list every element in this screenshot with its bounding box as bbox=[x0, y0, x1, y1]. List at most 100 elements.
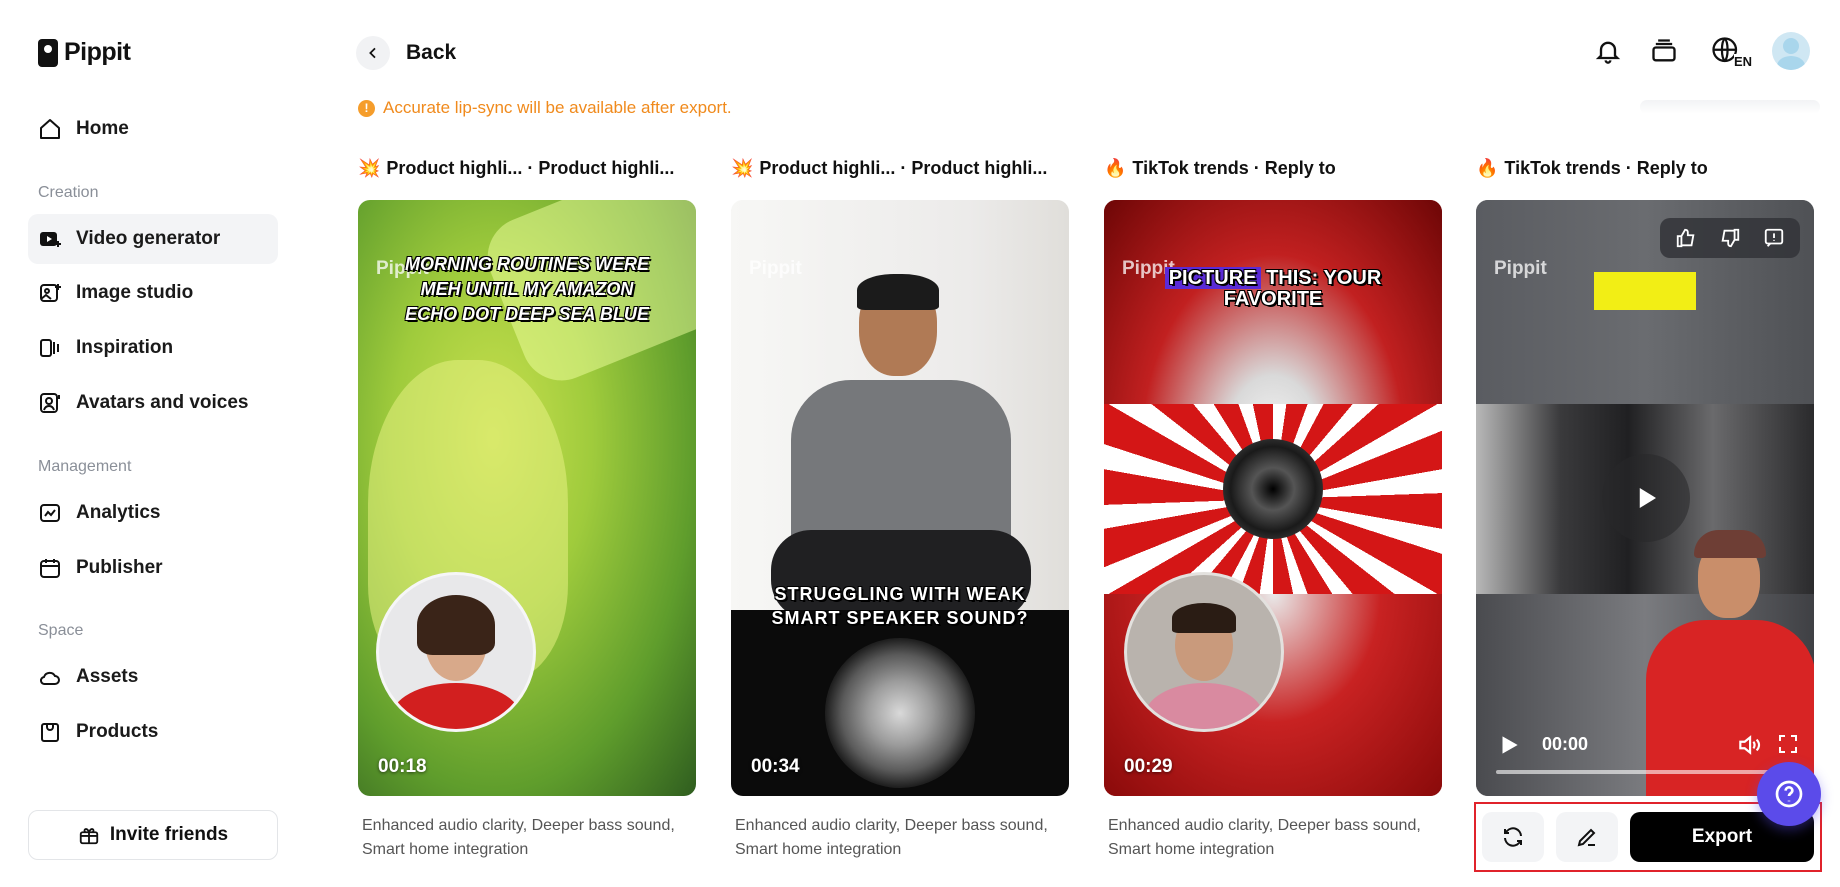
refresh-icon bbox=[1504, 827, 1522, 847]
avatar-body bbox=[1144, 683, 1264, 729]
sidebar-item-inspiration[interactable]: Inspiration bbox=[28, 323, 278, 373]
caption-highlight: PICTURE bbox=[1164, 267, 1261, 289]
sidebar-item-analytics[interactable]: Analytics bbox=[28, 488, 278, 538]
volume-icon[interactable] bbox=[1736, 732, 1762, 763]
help-button[interactable] bbox=[1757, 762, 1821, 826]
sparkle-icon: 💥 bbox=[731, 157, 754, 178]
video-card-selected: 🔥 TikTok trends · Reply to Pippit 00:00 bbox=[1476, 154, 1814, 796]
watermark: Pippit bbox=[749, 258, 802, 279]
avatar-hair bbox=[417, 595, 495, 655]
speaker-image bbox=[825, 638, 975, 788]
play-icon bbox=[1639, 488, 1656, 508]
video-card: 💥 Product highli... · Product highli... … bbox=[731, 154, 1069, 858]
sidebar-item-label: Products bbox=[76, 721, 159, 742]
play-small-icon[interactable] bbox=[1496, 732, 1522, 763]
card-title: 🔥 TikTok trends · Reply to bbox=[1104, 154, 1442, 182]
app-logo[interactable]: Pippit bbox=[38, 38, 131, 67]
sidebar-item-label: Image studio bbox=[76, 282, 194, 303]
sidebar-item-video-generator[interactable]: Video generator bbox=[28, 214, 278, 264]
language-code: EN bbox=[1733, 54, 1752, 69]
avatar-voice-icon bbox=[38, 391, 62, 415]
sidebar: Pippit Home Creation Video generator Ima… bbox=[0, 0, 300, 887]
sidebar-item-products[interactable]: Products bbox=[28, 707, 278, 757]
card-title-text: Product highli... · Product highli... bbox=[386, 157, 675, 178]
fire-icon: 🔥 bbox=[1476, 157, 1499, 178]
layers-icon[interactable] bbox=[1648, 35, 1680, 67]
image-plus-icon bbox=[38, 281, 62, 305]
header-toolbar: EN bbox=[1592, 32, 1810, 70]
sidebar-item-label: Video generator bbox=[76, 228, 221, 249]
thumbs-up-icon[interactable] bbox=[1666, 221, 1706, 255]
language-selector[interactable]: EN bbox=[1704, 35, 1752, 69]
video-caption: PICTURE THIS: YOUR FAVORITE bbox=[1154, 267, 1392, 310]
calendar-icon bbox=[38, 556, 62, 580]
edit-button[interactable] bbox=[1556, 812, 1618, 862]
video-plus-icon bbox=[38, 227, 62, 251]
regenerate-button[interactable] bbox=[1482, 812, 1544, 862]
inspiration-icon bbox=[38, 336, 62, 360]
product-box-icon bbox=[38, 720, 62, 744]
video-card: 🔥 TikTok trends · Reply to Pippit PICTUR… bbox=[1104, 154, 1442, 858]
report-icon[interactable] bbox=[1754, 221, 1794, 255]
yellow-text-box bbox=[1594, 272, 1696, 310]
sidebar-item-label: Publisher bbox=[76, 557, 163, 578]
avatar-bubble bbox=[376, 572, 536, 732]
card-title-text: TikTok trends · Reply to bbox=[1132, 157, 1336, 178]
fire-icon: 🔥 bbox=[1104, 157, 1127, 178]
video-caption: STRUGGLING WITH WEAK SMART SPEAKER SOUND… bbox=[771, 584, 1029, 628]
cloud-icon bbox=[38, 665, 62, 689]
video-thumbnail[interactable]: Pippit PICTURE THIS: YOUR FAVORITE 00:29 bbox=[1104, 200, 1442, 796]
app-name: Pippit bbox=[64, 38, 131, 66]
sidebar-item-home[interactable]: Home bbox=[28, 104, 278, 154]
section-label-management: Management bbox=[38, 458, 132, 475]
video-duration: 00:34 bbox=[751, 756, 800, 777]
fullscreen-icon[interactable] bbox=[1776, 732, 1800, 761]
back-label: Back bbox=[406, 41, 457, 64]
card-description: Enhanced audio clarity, Deeper bass soun… bbox=[735, 817, 1048, 858]
back-button[interactable]: Back bbox=[356, 36, 456, 70]
question-icon bbox=[1775, 780, 1803, 808]
feedback-toolbar bbox=[1660, 218, 1800, 258]
card-description: Enhanced audio clarity, Deeper bass soun… bbox=[1108, 817, 1421, 858]
sidebar-item-avatars-voices[interactable]: Avatars and voices bbox=[28, 378, 278, 428]
avatar-bubble bbox=[1124, 572, 1284, 732]
presenter-cap bbox=[1694, 530, 1766, 558]
thumbs-down-icon[interactable] bbox=[1710, 221, 1750, 255]
invite-friends-button[interactable]: Invite friends bbox=[28, 810, 278, 860]
card-title-text: Product highli... · Product highli... bbox=[759, 157, 1048, 178]
sidebar-item-publisher[interactable]: Publisher bbox=[28, 543, 278, 593]
card-title-text: TikTok trends · Reply to bbox=[1504, 157, 1708, 178]
gift-icon bbox=[78, 824, 100, 846]
sparkle-icon: 💥 bbox=[358, 157, 381, 178]
sidebar-item-label: Analytics bbox=[76, 502, 161, 523]
card-title: 💥 Product highli... · Product highli... bbox=[358, 154, 696, 182]
video-caption: MORNING ROUTINES WERE MEH UNTIL MY AMAZO… bbox=[404, 254, 649, 324]
video-thumbnail[interactable]: Pippit MORNING ROUTINES WERE MEH UNTIL M… bbox=[358, 200, 696, 796]
play-button[interactable] bbox=[1602, 454, 1690, 542]
sidebar-item-assets[interactable]: Assets bbox=[28, 652, 278, 702]
pencil-icon bbox=[1577, 828, 1596, 847]
analytics-icon bbox=[38, 501, 62, 525]
video-duration: 00:18 bbox=[378, 756, 427, 777]
avatar[interactable] bbox=[1772, 32, 1810, 70]
video-thumbnail[interactable]: Pippit STRUGGLING WITH WEAK SMART SPEAKE… bbox=[731, 200, 1069, 796]
card-description: Enhanced audio clarity, Deeper bass soun… bbox=[362, 817, 675, 858]
player-time: 00:00 bbox=[1542, 734, 1589, 754]
sidebar-item-image-studio[interactable]: Image studio bbox=[28, 268, 278, 318]
video-duration: 00:29 bbox=[1124, 756, 1173, 777]
card-title: 🔥 TikTok trends · Reply to bbox=[1476, 154, 1814, 182]
speaker-image bbox=[1223, 439, 1323, 539]
bell-icon[interactable] bbox=[1592, 35, 1624, 67]
notice-text: Accurate lip-sync will be available afte… bbox=[383, 98, 732, 117]
card-title: 💥 Product highli... · Product highli... bbox=[731, 154, 1069, 182]
divider bbox=[1640, 100, 1820, 114]
video-player[interactable]: Pippit 00:00 bbox=[1476, 200, 1814, 796]
pippit-logo-icon bbox=[38, 38, 58, 67]
progress-bar[interactable] bbox=[1496, 770, 1794, 774]
avatar-body bbox=[391, 683, 521, 729]
home-icon bbox=[38, 117, 62, 141]
section-label-space: Space bbox=[38, 622, 84, 639]
video-card: 💥 Product highli... · Product highli... … bbox=[358, 154, 696, 858]
lip-sync-notice: ! Accurate lip-sync will be available af… bbox=[358, 98, 732, 118]
presenter-hair bbox=[857, 274, 939, 310]
